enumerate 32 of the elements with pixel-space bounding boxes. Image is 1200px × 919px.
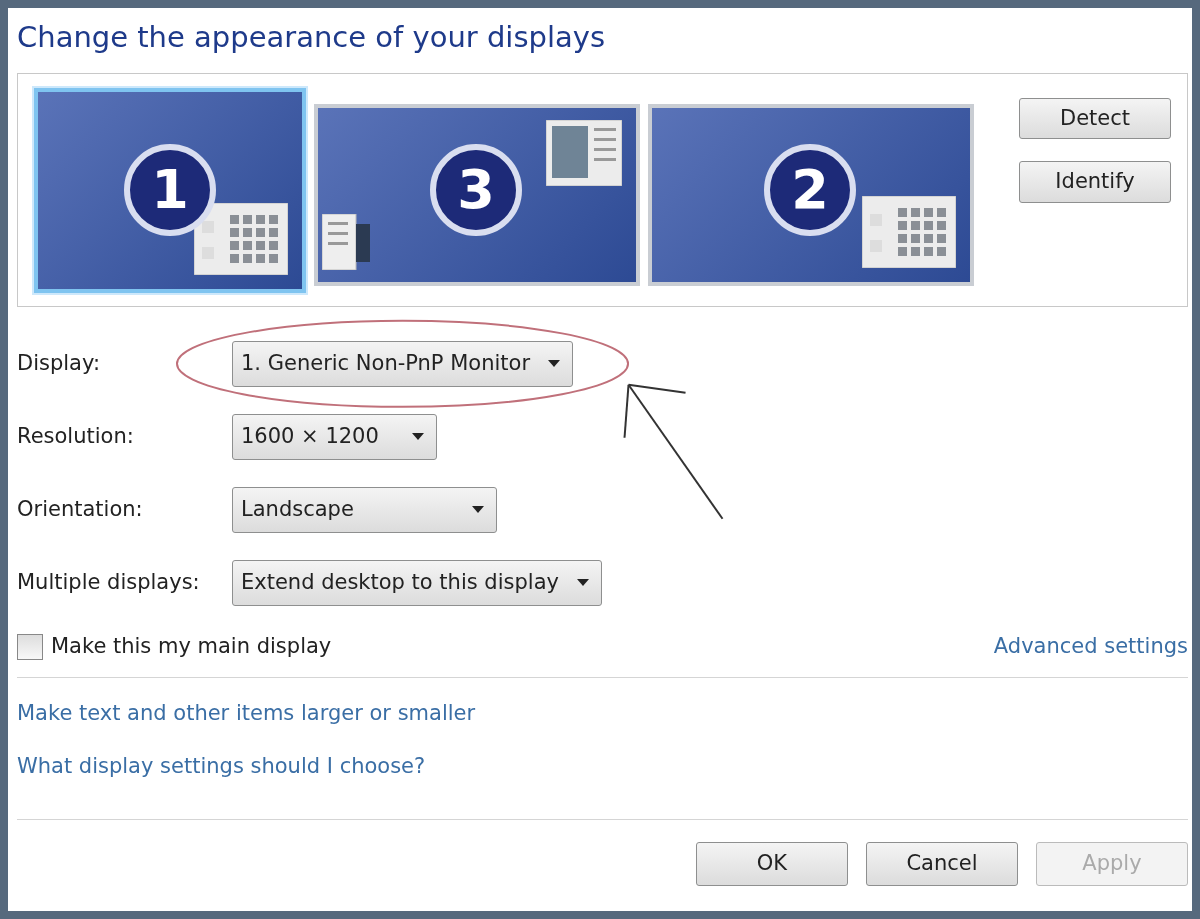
- link[interactable]: What display settings should I choose?: [17, 751, 426, 783]
- window-icon: [862, 195, 956, 268]
- caret-icon: [548, 360, 561, 368]
- field-label: Display:: [17, 350, 101, 378]
- dialog-button[interactable]: Identify: [1019, 161, 1171, 203]
- dropdown[interactable]: 1600 × 1200: [232, 413, 437, 460]
- window-icon: [546, 119, 622, 186]
- dialog-button[interactable]: Detect: [1019, 97, 1171, 140]
- dialog-title: Change the appearance of your displays: [17, 20, 606, 55]
- monitor-number: 2: [764, 143, 856, 236]
- dialog-button[interactable]: Cancel: [866, 841, 1018, 886]
- window-icon: [194, 202, 288, 275]
- monitor-tile[interactable]: 1: [34, 87, 306, 293]
- link[interactable]: Advanced settings: [993, 631, 1188, 663]
- field-label: Resolution:: [17, 423, 135, 451]
- field-label: Orientation:: [17, 496, 144, 524]
- dropdown[interactable]: Landscape: [232, 486, 497, 533]
- window-icon: [322, 213, 370, 270]
- checkbox-label: Make this my main display: [51, 633, 332, 661]
- dropdown[interactable]: 1. Generic Non-PnP Monitor: [232, 340, 574, 387]
- checkbox[interactable]: [17, 633, 43, 660]
- caret-icon: [412, 433, 424, 441]
- dropdown[interactable]: Extend desktop to this display: [232, 559, 602, 606]
- monitor-tile[interactable]: 2: [648, 103, 974, 286]
- monitor-number: 3: [430, 143, 522, 236]
- link[interactable]: Make text and other items larger or smaller: [17, 697, 476, 730]
- monitor-number: 1: [124, 143, 216, 236]
- caret-icon: [472, 506, 484, 514]
- dialog-button[interactable]: OK: [696, 841, 848, 886]
- monitor-tile[interactable]: 3: [314, 103, 640, 286]
- caret-icon: [576, 579, 589, 587]
- field-label: Multiple displays:: [17, 569, 201, 597]
